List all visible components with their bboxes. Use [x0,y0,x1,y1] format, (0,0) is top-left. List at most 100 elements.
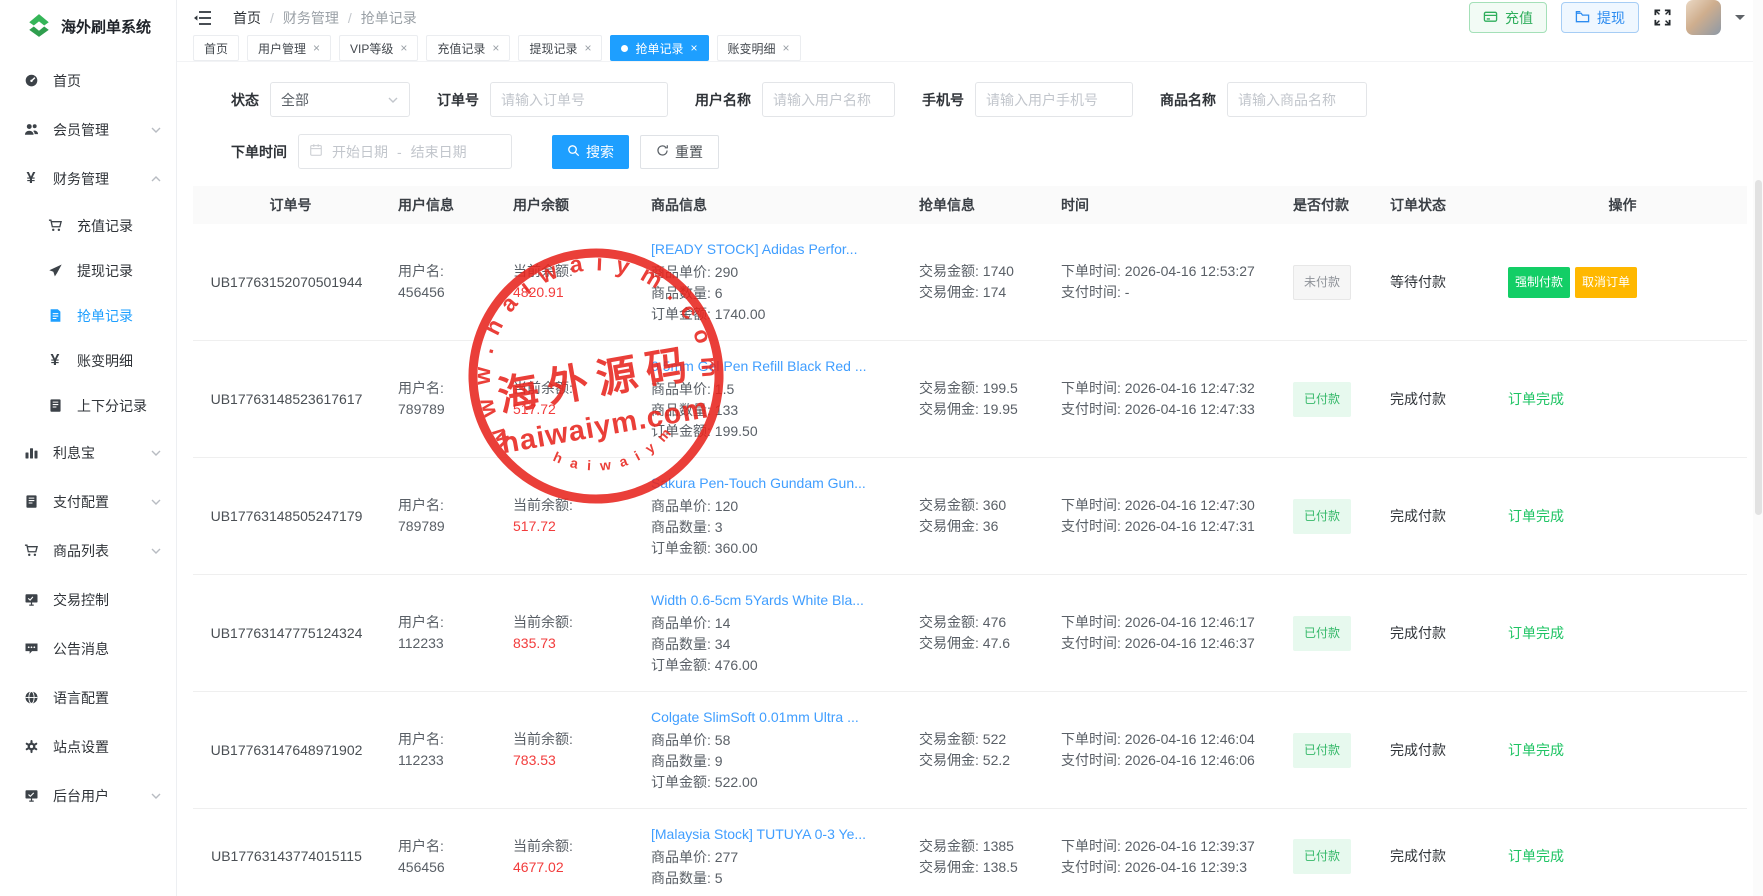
tab-grab-order-records[interactable]: 抢单记录 × [610,35,708,61]
breadcrumb: 首页 / 财务管理 / 抢单记录 [233,8,417,28]
order-complete-link[interactable]: 订单完成 [1508,391,1564,407]
unit-price: 商品单价: 277 [651,847,886,868]
tab-recharge-records[interactable]: 充值记录 × [426,35,510,61]
trade-amount: 交易金额: 476 [919,612,1028,633]
balance-value: 517.72 [513,401,556,417]
sidebar-item-label: 语言配置 [53,688,109,708]
pay-status-badge: 已付款 [1293,616,1351,651]
date-range-input[interactable]: 开始日期 - 结束日期 [298,134,512,169]
close-icon[interactable]: × [492,42,499,54]
username-input[interactable] [762,82,895,117]
status-select-value: 全部 [281,90,309,110]
order-status: 完成付款 [1390,508,1446,524]
sidebar-item-language-config[interactable]: 语言配置 [0,673,176,722]
sidebar-item-label: 账变明细 [77,351,133,371]
status-select[interactable]: 全部 [270,82,410,117]
tab-user-management[interactable]: 用户管理 × [247,35,331,61]
col-product-info: 商品信息 [636,186,904,224]
sidebar-item-updown-records[interactable]: 上下分记录 [0,383,176,428]
sidebar-item-grab-order-records[interactable]: 抢单记录 [0,293,176,338]
col-user-info: 用户信息 [383,186,498,224]
product-link[interactable]: Sakura Pen-Touch Gundam Gun... [651,473,886,494]
trade-amount: 交易金额: 360 [919,495,1028,516]
orders-table: 订单号 用户信息 用户余额 商品信息 抢单信息 时间 是否付款 订单状态 操作 … [193,186,1747,896]
sidebar-item-finance[interactable]: ¥ 财务管理 [0,154,176,203]
tab-balance-changes[interactable]: 账变明细 × [717,35,801,61]
order-no-input[interactable] [490,82,668,117]
tab-vip-level[interactable]: VIP等级 × [339,35,418,61]
close-icon[interactable]: × [400,42,407,54]
sidebar-item-admin-users[interactable]: 后台用户 [0,771,176,820]
chevron-up-icon [150,173,162,185]
product-link[interactable]: Width 0.6-5cm 5Yards White Bla... [651,590,886,611]
force-pay-button[interactable]: 强制付款 [1508,267,1570,298]
withdraw-button[interactable]: 提现 [1561,2,1639,33]
col-time: 时间 [1046,186,1278,224]
cart-icon [22,542,40,560]
ledger-icon [22,493,40,511]
chevron-down-icon [150,447,162,459]
unit-price: 商品单价: 290 [651,262,886,283]
balance-label: 当前余额: [513,380,573,396]
close-icon[interactable]: × [690,42,697,54]
order-complete-link[interactable]: 订单完成 [1508,848,1564,864]
quantity: 商品数量: 5 [651,868,886,889]
main-area: 首页 / 财务管理 / 抢单记录 充值 提现 [177,0,1763,896]
order-time: 下单时间: 2026-04-16 12:46:17 [1061,612,1260,633]
send-icon [46,262,64,280]
search-button[interactable]: 搜索 [552,135,629,169]
product-link[interactable]: 0.5mm Gel Pen Refill Black Red ... [651,356,886,377]
order-amount: 订单金额: 1740.00 [651,304,886,325]
product-link[interactable]: [READY STOCK] Adidas Perfor... [651,239,886,260]
order-complete-link[interactable]: 订单完成 [1508,508,1564,524]
product-link[interactable]: Colgate SlimSoft 0.01mm Ultra ... [651,707,886,728]
avatar[interactable] [1686,0,1721,35]
sidebar-item-members[interactable]: 会员管理 [0,105,176,154]
sidebar-item-home[interactable]: 首页 [0,56,176,105]
trade-amount: 交易金额: 199.5 [919,378,1028,399]
yen-icon: ¥ [46,352,64,370]
order-complete-link[interactable]: 订单完成 [1508,625,1564,641]
recharge-button[interactable]: 充值 [1469,2,1547,33]
user-menu-caret-icon[interactable] [1735,15,1745,20]
sidebar-item-site-settings[interactable]: 站点设置 [0,722,176,771]
user-info: 用户名: 456456 [398,263,445,300]
quantity: 商品数量: 3 [651,517,886,538]
sidebar-item-trade-control[interactable]: 交易控制 [0,575,176,624]
sidebar-item-withdraw-records[interactable]: 提现记录 [0,248,176,293]
pay-time: 支付时间: 2026-04-16 12:39:3 [1061,857,1260,878]
product-link[interactable]: [Malaysia Stock] TUTUYA 0-3 Ye... [651,824,886,845]
tab-withdraw-records[interactable]: 提现记录 × [518,35,602,61]
sidebar-item-payment-config[interactable]: 支付配置 [0,477,176,526]
admin-user-icon [22,787,40,805]
user-info: 用户名: 789789 [398,380,445,417]
app-logo: 海外刷单系统 [0,0,176,52]
scrollbar-thumb[interactable] [1755,180,1762,515]
phone-input[interactable] [975,82,1133,117]
breadcrumb-finance[interactable]: 财务管理 [283,8,339,28]
breadcrumb-separator: / [348,10,352,26]
sidebar-item-announcements[interactable]: 公告消息 [0,624,176,673]
sidebar-item-recharge-records[interactable]: 充值记录 [0,203,176,248]
collapse-sidebar-icon[interactable] [193,9,213,27]
sidebar-item-interest[interactable]: 利息宝 [0,428,176,477]
breadcrumb-home[interactable]: 首页 [233,8,261,28]
close-icon[interactable]: × [783,42,790,54]
close-icon[interactable]: × [584,42,591,54]
pay-time: 支付时间: 2026-04-16 12:46:06 [1061,750,1260,771]
cancel-order-button[interactable]: 取消订单 [1575,267,1637,298]
reset-button[interactable]: 重置 [640,135,719,169]
close-icon[interactable]: × [313,42,320,54]
date-separator: - [397,144,402,160]
sidebar-item-label: 后台用户 [53,786,109,806]
order-complete-link[interactable]: 订单完成 [1508,742,1564,758]
pay-status-badge: 已付款 [1293,839,1351,874]
fullscreen-icon[interactable] [1653,8,1672,27]
tab-label: 账变明细 [728,40,776,57]
recharge-label: 充值 [1505,8,1533,28]
product-name-input[interactable] [1227,82,1367,117]
sidebar-item-product-list[interactable]: 商品列表 [0,526,176,575]
order-status: 完成付款 [1390,625,1446,641]
sidebar-item-balance-changes[interactable]: ¥ 账变明细 [0,338,176,383]
tab-home[interactable]: 首页 [193,35,239,61]
